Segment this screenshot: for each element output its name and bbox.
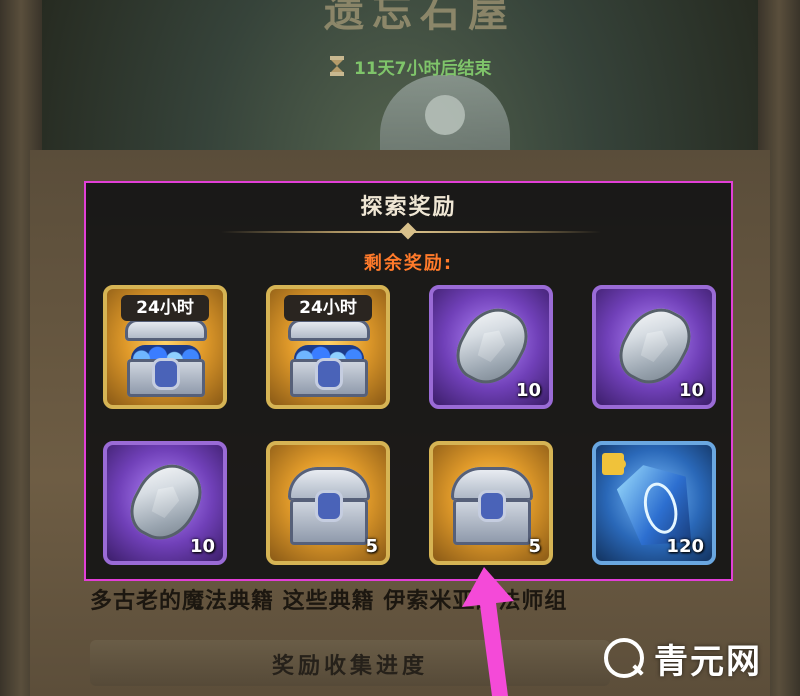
reward-quantity: 10 <box>678 380 704 401</box>
lore-text: 多古老的魔法典籍 这些典籍 伊索米亚的法师组 <box>90 589 568 614</box>
event-timer: 11天7小时后结束 <box>330 52 560 80</box>
reward-quantity: 120 <box>666 536 704 557</box>
reward-quantity: 10 <box>515 380 541 401</box>
watermark: 青元网 <box>604 628 794 688</box>
reward-time-label: 24小时 <box>121 295 209 321</box>
puzzle-piece-icon <box>602 453 626 475</box>
annotation-arrow-icon <box>462 567 514 696</box>
reward-slot-2[interactable]: 24小时 <box>266 285 390 409</box>
open-chest-icon <box>125 319 207 399</box>
divider-ornament-icon <box>399 222 417 240</box>
watermark-logo-icon <box>604 638 644 678</box>
countdown-text: 11天7小时后结束 <box>354 58 492 79</box>
reward-slot-3[interactable]: 10 <box>429 285 553 409</box>
exploration-rewards-panel: 探索奖励 剩余奖励: 24小时 24小时 10 10 10 5 5 120 <box>84 181 733 581</box>
reward-slot-5[interactable]: 10 <box>103 441 227 565</box>
reward-quantity: 5 <box>528 536 541 557</box>
remaining-rewards-label: 剩余奖励: <box>363 253 454 274</box>
reward-quantity: 10 <box>189 536 215 557</box>
hourglass-icon <box>330 56 344 76</box>
reward-slot-1[interactable]: 24小时 <box>103 285 227 409</box>
chest-icon <box>288 467 370 547</box>
reward-slot-7[interactable]: 5 <box>429 441 553 565</box>
reward-time-label: 24小时 <box>284 295 372 321</box>
watermark-text: 青元网 <box>654 641 762 682</box>
open-chest-icon <box>288 319 370 399</box>
reward-slot-4[interactable]: 10 <box>592 285 716 409</box>
reward-quantity: 5 <box>365 536 378 557</box>
reward-slot-6[interactable]: 5 <box>266 441 390 565</box>
panel-title: 探索奖励 <box>360 195 457 220</box>
reward-slot-8[interactable]: 120 <box>592 441 716 565</box>
event-title: 遗忘石屋 <box>324 0 516 36</box>
chest-icon <box>451 467 533 547</box>
